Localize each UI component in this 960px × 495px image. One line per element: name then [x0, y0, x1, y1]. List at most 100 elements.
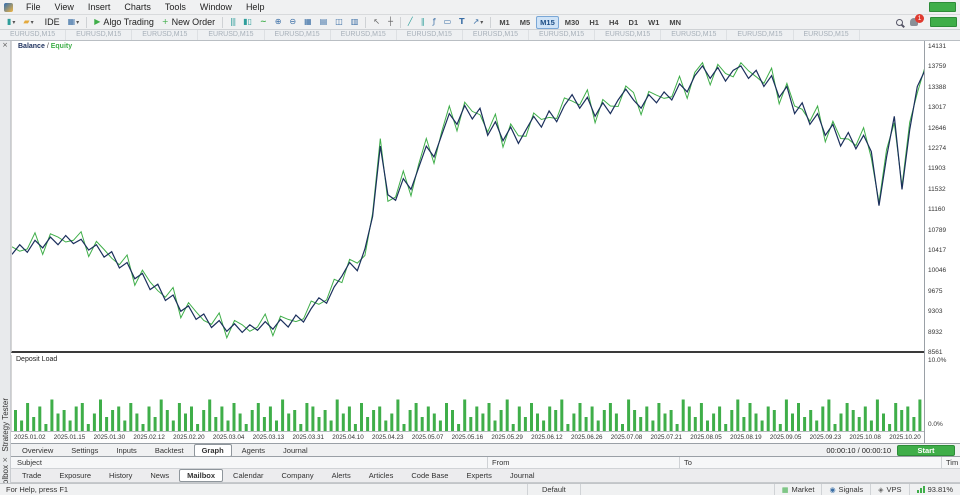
toolbox-tab-company[interactable]: Company: [273, 469, 321, 482]
menu-item-window[interactable]: Window: [193, 1, 239, 13]
toolbox-tab-code-base[interactable]: Code Base: [403, 469, 456, 482]
chart-tab[interactable]: EURUSD,M15: [198, 30, 265, 40]
chart-tab[interactable]: EURUSD,M15: [529, 30, 596, 40]
toolbox-tab-calendar[interactable]: Calendar: [225, 469, 271, 482]
close-toolbox-button[interactable]: ×: [2, 456, 8, 465]
ide-button[interactable]: IDE: [38, 16, 64, 29]
timeframe-m15[interactable]: M15: [536, 15, 559, 29]
chart-tab[interactable]: EURUSD,M15: [331, 30, 397, 40]
chart-tab[interactable]: EURUSD,M15: [66, 30, 133, 40]
profiles-button[interactable]: ▰ ▾: [19, 16, 37, 29]
status-signals-link[interactable]: ◉ Signals: [821, 484, 870, 495]
toolbox-tab-articles[interactable]: Articles: [361, 469, 402, 482]
timeframe-m5[interactable]: M5: [516, 16, 534, 29]
tester-tab-overview[interactable]: Overview: [14, 444, 61, 457]
menu-item-help[interactable]: Help: [239, 1, 272, 13]
timeframe-m30[interactable]: M30: [561, 16, 584, 29]
timeframe-h4[interactable]: H4: [605, 16, 623, 29]
trendline-button[interactable]: ╱: [404, 16, 417, 29]
chart-tab[interactable]: EURUSD,M15: [595, 30, 662, 40]
tester-tab-graph[interactable]: Graph: [193, 443, 232, 457]
status-market-link[interactable]: ▦ Market: [773, 484, 822, 495]
toolbox-tab-experts[interactable]: Experts: [458, 469, 499, 482]
chart-tab[interactable]: EURUSD,M15: [132, 30, 199, 40]
start-button[interactable]: Start: [897, 444, 955, 456]
chart-tab[interactable]: EURUSD,M15: [661, 30, 728, 40]
new-chart-button[interactable]: ▮ ▾: [3, 16, 19, 29]
timeframe-w1[interactable]: W1: [644, 16, 663, 29]
fibonacci-button[interactable]: ƒ: [429, 16, 440, 29]
tester-tab-backtest[interactable]: Backtest: [147, 444, 192, 457]
timeframe-mn[interactable]: MN: [665, 16, 685, 29]
mailbox-column-to[interactable]: To: [679, 457, 692, 469]
toolbar-separator: [222, 16, 224, 28]
zoom-out-button[interactable]: ⊖: [285, 16, 300, 29]
chart-tab[interactable]: EURUSD,M15: [0, 30, 67, 40]
toolbox-tab-bar: Trade Exposure History News Mailbox Calendar C…: [11, 469, 960, 483]
crosshair-button[interactable]: ┼: [384, 16, 397, 29]
shapes-button[interactable]: ▭: [440, 16, 456, 29]
notifications-icon[interactable]: 1: [910, 14, 924, 26]
chart-tab[interactable]: EURUSD,M15: [463, 30, 529, 40]
toolbox-tab-news[interactable]: News: [142, 469, 177, 482]
toolbox-tab-mailbox[interactable]: Mailbox: [179, 469, 224, 482]
tile-horizontal-button[interactable]: ▤: [316, 16, 332, 29]
zoom-out-icon: ⊖: [289, 17, 297, 26]
x-axis-label: 2025.02.20: [173, 434, 205, 441]
tester-tab-settings[interactable]: Settings: [63, 444, 106, 457]
timeframe-h1[interactable]: H1: [585, 16, 603, 29]
tester-tab-inputs[interactable]: Inputs: [108, 444, 144, 457]
menu-item-file[interactable]: File: [19, 1, 48, 13]
chart-tab[interactable]: EURUSD,M15: [265, 30, 331, 40]
menu-item-tools[interactable]: Tools: [158, 1, 193, 13]
legend-separator: /: [46, 43, 49, 50]
text-tool-button[interactable]: T: [455, 16, 468, 29]
cascade-windows-button[interactable]: ▥: [347, 16, 363, 29]
chart-tab[interactable]: EURUSD,M15: [794, 30, 860, 40]
toolbox-tab-trade[interactable]: Trade: [14, 469, 49, 482]
folder-icon: ▰: [23, 17, 30, 26]
toolbox-tab-journal[interactable]: Journal: [502, 469, 543, 482]
menu-item-insert[interactable]: Insert: [81, 1, 118, 13]
search-icon[interactable]: [896, 18, 903, 26]
zoom-in-button[interactable]: ⊕: [271, 16, 286, 29]
x-axis-label: 2025.01.15: [53, 434, 86, 441]
chart-tab[interactable]: EURUSD,M15: [727, 30, 794, 40]
mailbox-column-from[interactable]: From: [487, 457, 510, 469]
cursor-button[interactable]: ↖: [369, 16, 384, 29]
mailbox-column-subject[interactable]: Subject: [13, 457, 42, 469]
menu-item-charts[interactable]: Charts: [117, 1, 158, 13]
signals-label: Signals: [838, 485, 864, 494]
timeframe-m1[interactable]: M1: [495, 16, 513, 29]
chevron-down-icon: ▾: [76, 18, 80, 26]
candles-chart-button[interactable]: ▮▯: [239, 16, 256, 29]
tile-windows-button[interactable]: ▦: [300, 16, 316, 29]
status-connection[interactable]: 93.81%: [908, 484, 960, 495]
strategy-tester-panel-title: Strategy Tester: [0, 398, 10, 452]
tester-tab-agents[interactable]: Agents: [234, 444, 273, 457]
x-axis-label: 2025.07.08: [610, 434, 643, 441]
new-order-button[interactable]: + New Order: [158, 16, 219, 29]
mailbox-header: Subject From To Tim: [11, 456, 960, 469]
arrows-button[interactable]: ↗ ▾: [469, 16, 488, 29]
status-profile[interactable]: Default: [527, 484, 581, 495]
timeframe-d1[interactable]: D1: [625, 16, 643, 29]
notification-badge: 1: [915, 14, 924, 23]
close-strategy-tester-button[interactable]: ×: [2, 41, 8, 50]
bars-chart-button[interactable]: |||: [226, 16, 239, 29]
chart-tab[interactable]: EURUSD,M15: [397, 30, 463, 40]
toolbox-tab-history[interactable]: History: [101, 469, 140, 482]
toolbox-tab-exposure[interactable]: Exposure: [51, 469, 99, 482]
line-chart-button[interactable]: ~: [256, 16, 271, 29]
mailbox-column-tim[interactable]: Tim: [941, 457, 958, 469]
x-axis-label: 2025.09.05: [769, 434, 802, 441]
algo-trading-button[interactable]: ▶ Algo Trading: [90, 16, 158, 29]
toolbox-tab-alerts[interactable]: Alerts: [324, 469, 359, 482]
tile-vertical-button[interactable]: ◫: [331, 16, 347, 29]
menu-item-view[interactable]: View: [48, 1, 81, 13]
status-vps-link[interactable]: ◈ VPS: [870, 484, 908, 495]
tester-tab-journal[interactable]: Journal: [275, 444, 316, 457]
channel-button[interactable]: ∥: [417, 16, 429, 29]
window-layout-button[interactable]: ▦ ▾: [64, 16, 84, 29]
mini-widget-green: [929, 2, 956, 12]
